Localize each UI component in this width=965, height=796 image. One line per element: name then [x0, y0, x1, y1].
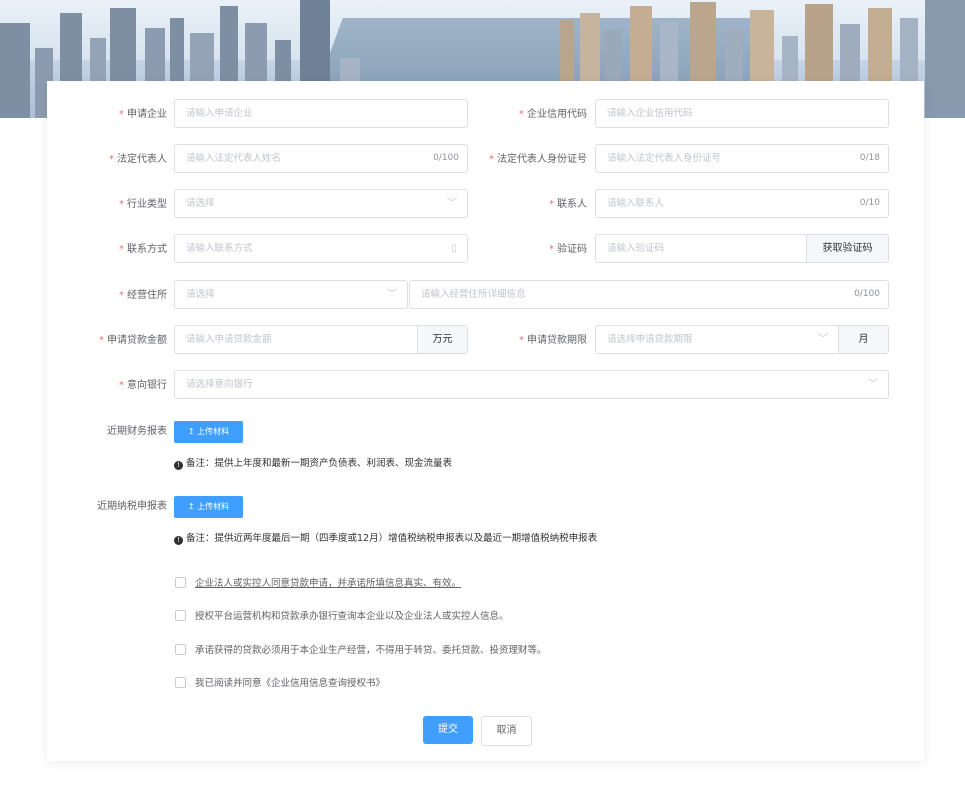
checkbox[interactable]: [175, 610, 186, 621]
contact-phone-label: * 联系方式: [119, 244, 167, 255]
cancel-button[interactable]: 取消: [481, 716, 532, 746]
verification-code-label: * 验证码: [549, 244, 587, 255]
credit-code-label: * 企业信用代码: [519, 109, 587, 120]
legal-representative-label: * 法定代表人: [109, 154, 167, 165]
chevron-down-icon: ﹀: [447, 198, 457, 209]
checkbox[interactable]: [175, 677, 186, 688]
legal-rep-id-label: * 法定代表人身份证号: [489, 154, 587, 165]
business-address-select[interactable]: 请选择 ﹀: [174, 280, 408, 309]
phone-icon: ▯: [451, 243, 457, 254]
legal-representative-input[interactable]: 请输入法定代表人姓名 0/100: [174, 144, 468, 173]
financial-statements-label: 近期财务报表: [107, 426, 167, 437]
loan-term-unit: 月: [838, 326, 888, 353]
loan-amount-label: * 申请贷款金额: [99, 335, 167, 346]
agreement-checkbox-4[interactable]: 我已阅读并同意《企业信用信息查询授权书》: [175, 675, 385, 689]
upload-icon: ↥: [187, 502, 195, 511]
submit-button[interactable]: 提交: [423, 716, 473, 744]
upload-tax-button[interactable]: ↥ 上传材料: [174, 496, 243, 518]
upload-financial-button[interactable]: ↥ 上传材料: [174, 421, 243, 443]
tax-note: ! 备注：提供近两年度最后一期（四季度或12月）增值税纳税申报表以及最近一期增值税…: [174, 530, 597, 545]
contact-phone-input[interactable]: 请输入联系方式 ▯: [174, 234, 468, 263]
business-address-detail-input[interactable]: 请输入经营住所详细信息 0/100: [409, 280, 889, 309]
legal-rep-id-input[interactable]: 请输入法定代表人身份证号 0/18: [595, 144, 889, 173]
loan-term-label: * 申请贷款期限: [519, 335, 587, 346]
tax-returns-label: 近期纳税申报表: [97, 501, 167, 512]
agreement-checkbox-1[interactable]: 企业法人或实控人同意贷款申请，并承诺所填信息真实、有效。: [175, 575, 461, 589]
loan-application-form: * 申请企业 请输入申请企业 * 企业信用代码 请输入企业信用代码 * 法定代表人 请…: [47, 81, 924, 761]
info-icon: !: [174, 461, 183, 470]
industry-type-label: * 行业类型: [119, 199, 167, 210]
chevron-down-icon: ﹀: [818, 334, 828, 345]
business-address-label: * 经营住所: [119, 290, 167, 301]
contact-person-label: * 联系人: [549, 199, 587, 210]
preferred-bank-label: * 意向银行: [119, 380, 167, 391]
loan-amount-unit: 万元: [417, 326, 467, 353]
get-verification-code-button[interactable]: 获取验证码: [806, 235, 888, 262]
industry-type-select[interactable]: 请选择 ﹀: [174, 189, 468, 218]
agreement-checkbox-3[interactable]: 承诺获得的贷款必须用于本企业生产经营，不得用于转贷、委托贷款、投资理财等。: [175, 642, 547, 656]
loan-amount-input[interactable]: 请输入申请贷款金额 万元: [174, 325, 468, 354]
contact-person-input[interactable]: 请输入联系人 0/10: [595, 189, 889, 218]
chevron-down-icon: ﹀: [868, 379, 878, 390]
chevron-down-icon: ﹀: [387, 289, 397, 300]
agreement-checkbox-2[interactable]: 授权平台运营机构和贷款承办银行查询本企业以及企业法人或实控人信息。: [175, 608, 509, 622]
preferred-bank-select[interactable]: 请选择意向银行 ﹀: [174, 370, 889, 399]
applicant-company-label: * 申请企业: [119, 109, 167, 120]
info-icon: !: [174, 536, 183, 545]
loan-term-select[interactable]: 请选择申请贷款期限 ﹀ 月: [595, 325, 889, 354]
verification-code-input[interactable]: 请输入验证码 获取验证码: [595, 234, 889, 263]
checkbox[interactable]: [175, 644, 186, 655]
applicant-company-input[interactable]: 请输入申请企业: [174, 99, 468, 128]
credit-code-input[interactable]: 请输入企业信用代码: [595, 99, 889, 128]
financial-note: ! 备注：提供上年度和最新一期资产负债表、利润表、现金流量表: [174, 455, 452, 470]
upload-icon: ↥: [187, 427, 195, 436]
checkbox[interactable]: [175, 577, 186, 588]
